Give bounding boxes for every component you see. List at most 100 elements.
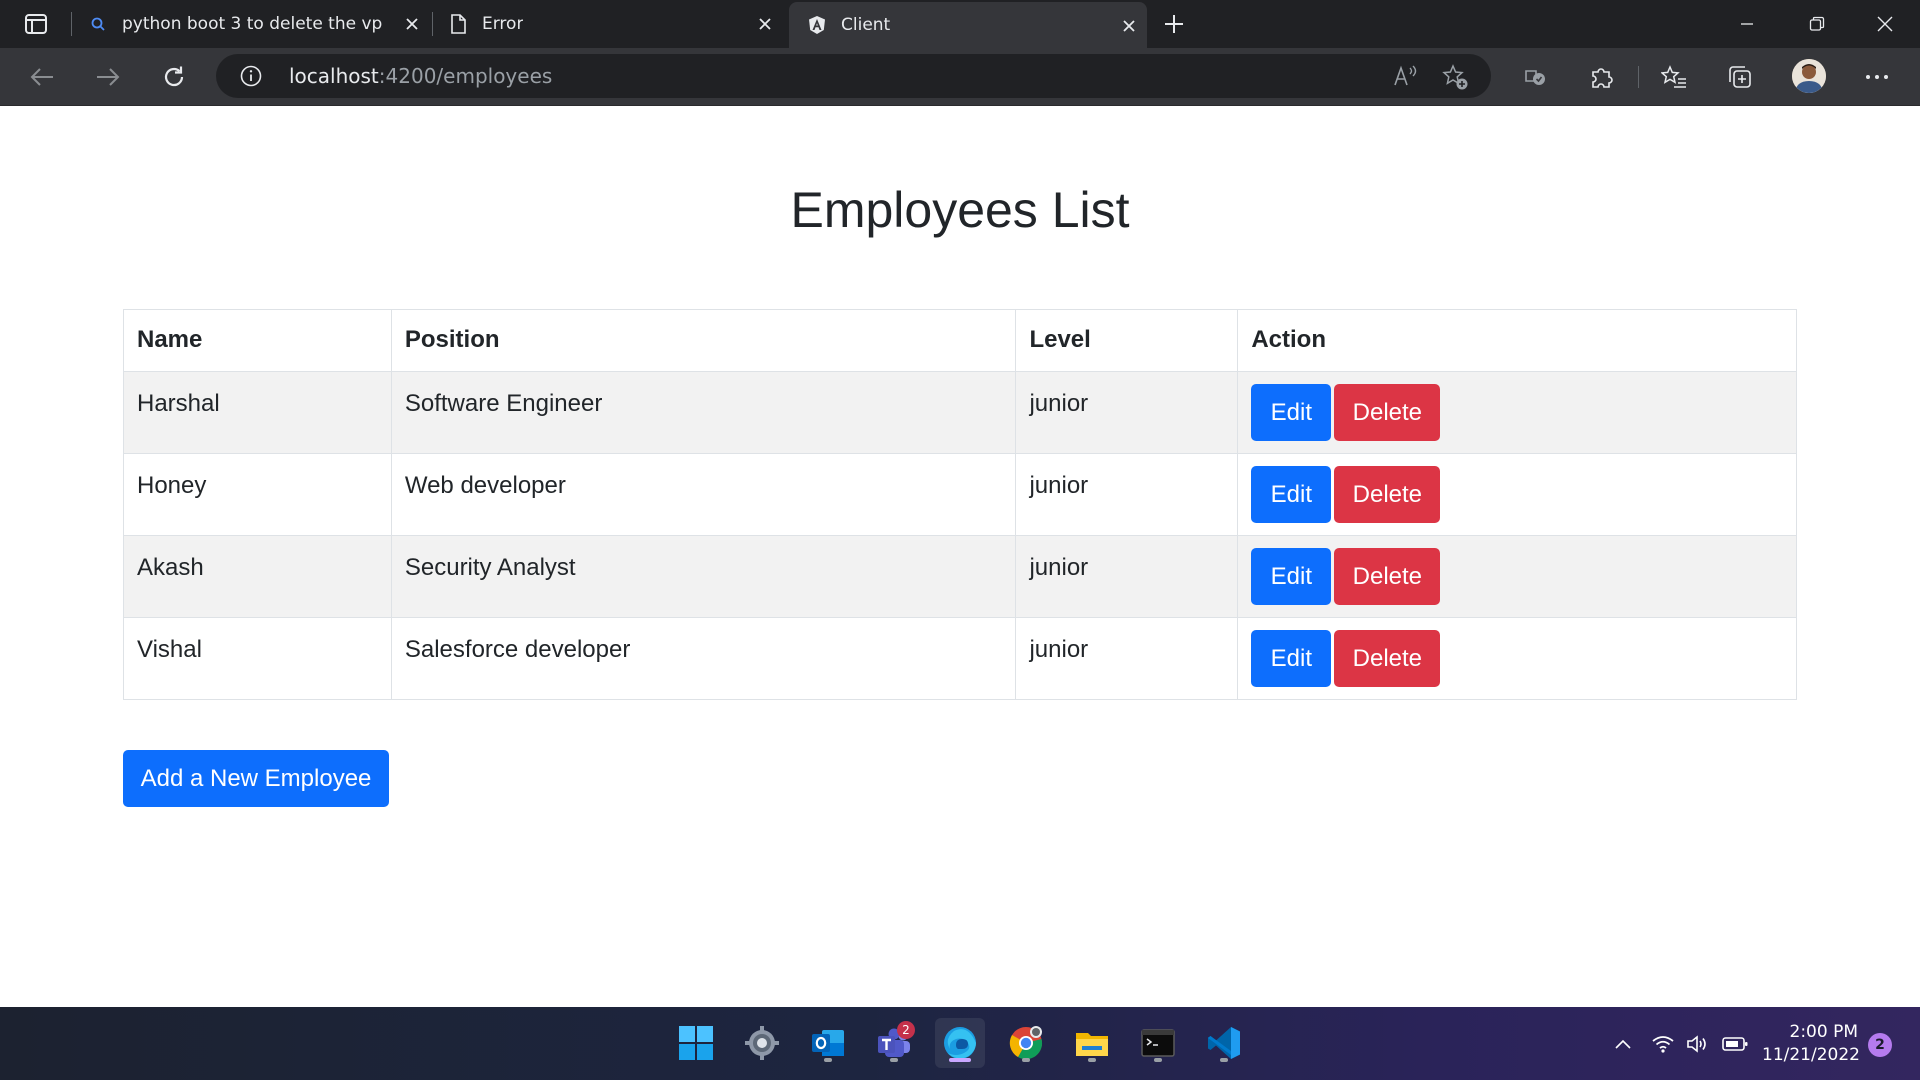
taskbar-terminal[interactable]: [1133, 1018, 1183, 1068]
arrow-right-icon: [97, 68, 120, 86]
new-tab-button[interactable]: [1160, 10, 1188, 38]
running-indicator: [824, 1058, 832, 1062]
settings-icon: [745, 1026, 779, 1060]
tab-actions-icon[interactable]: [20, 12, 52, 36]
taskbar-teams[interactable]: 2: [869, 1018, 919, 1068]
column-header-level: Level: [1015, 309, 1239, 372]
system-clock[interactable]: 2:00 PM 11/21/2022: [1762, 1021, 1860, 1067]
arrow-left-icon: [30, 68, 53, 86]
back-button[interactable]: [26, 61, 58, 93]
angular-icon: [807, 15, 827, 35]
column-header-name: Name: [123, 309, 392, 372]
action-cell: Edit Delete: [1237, 535, 1797, 618]
toolbar-divider: [1638, 66, 1639, 88]
search-icon: [88, 14, 108, 34]
close-icon[interactable]: [402, 14, 422, 34]
table-row: Honey Web developer junior Edit Delete: [123, 453, 1797, 536]
notification-center-badge[interactable]: 2: [1868, 1033, 1892, 1057]
taskbar-outlook[interactable]: [803, 1018, 853, 1068]
read-aloud-icon[interactable]: [1393, 64, 1419, 88]
file-explorer-icon: [1076, 1033, 1108, 1056]
edit-button[interactable]: Edit: [1251, 630, 1332, 687]
table-row: Akash Security Analyst junior Edit Delete: [123, 535, 1797, 618]
address-bar[interactable]: localhost:4200/employees: [216, 54, 1491, 98]
chevron-up-icon: [1615, 1039, 1631, 1049]
ellipsis-icon: [1866, 75, 1888, 79]
tab-title: Error: [482, 14, 524, 34]
reload-button[interactable]: [158, 61, 190, 93]
plus-icon: [1165, 15, 1183, 33]
reload-icon: [164, 66, 184, 87]
taskbar-vscode[interactable]: [1199, 1018, 1249, 1068]
wifi-icon: [1652, 1036, 1674, 1053]
close-icon: [1877, 16, 1893, 32]
profile-photo-icon: [1792, 59, 1826, 93]
tab-client[interactable]: Client: [789, 2, 1147, 48]
close-window-button[interactable]: [1850, 0, 1920, 48]
windows-taskbar: 2 2:00 PM 11/21/2022 2: [0, 1007, 1920, 1080]
action-cell: Edit Delete: [1237, 617, 1797, 700]
running-indicator: [949, 1058, 971, 1062]
restore-icon: [1809, 16, 1825, 31]
employee-level: junior: [1015, 617, 1239, 700]
browser-essentials-icon: [1525, 70, 1545, 85]
browser-essentials-button[interactable]: [1519, 61, 1551, 93]
tab-divider: [71, 12, 72, 36]
edit-button[interactable]: Edit: [1251, 384, 1332, 441]
employee-position: Web developer: [390, 453, 1017, 536]
edit-button[interactable]: Edit: [1251, 466, 1332, 523]
add-employee-button[interactable]: Add a New Employee: [123, 750, 389, 807]
collections-icon: [1729, 66, 1751, 88]
delete-button[interactable]: Delete: [1334, 548, 1441, 605]
taskbar-chrome[interactable]: [1001, 1018, 1051, 1068]
url-text[interactable]: localhost:4200/employees: [289, 64, 552, 88]
minimize-button[interactable]: [1712, 0, 1782, 48]
column-header-action: Action: [1237, 309, 1797, 372]
employee-name: Honey: [123, 453, 392, 536]
restore-button[interactable]: [1782, 0, 1852, 48]
running-indicator: [1022, 1058, 1030, 1062]
forward-button[interactable]: [92, 61, 124, 93]
clock-date: 11/21/2022: [1762, 1045, 1860, 1065]
edit-button[interactable]: Edit: [1251, 548, 1332, 605]
windows-start-icon: [679, 1026, 713, 1060]
taskbar-settings[interactable]: [737, 1018, 787, 1068]
document-icon: [448, 14, 468, 34]
table-row: Vishal Salesforce developer junior Edit D…: [123, 617, 1797, 700]
taskbar-file-explorer[interactable]: [1067, 1018, 1117, 1068]
teams-notification-badge: 2: [897, 1021, 915, 1039]
battery-status[interactable]: [1722, 1031, 1748, 1057]
close-icon[interactable]: [755, 14, 775, 34]
extensions-button[interactable]: [1585, 61, 1617, 93]
volume-status[interactable]: [1685, 1031, 1711, 1057]
chrome-icon: [1009, 1026, 1043, 1060]
delete-button[interactable]: Delete: [1334, 630, 1441, 687]
url-path: :4200/employees: [378, 64, 553, 88]
employee-level: junior: [1015, 371, 1239, 454]
favorites-button[interactable]: [1658, 61, 1690, 93]
edge-icon: [944, 1027, 976, 1059]
wifi-status[interactable]: [1650, 1031, 1676, 1057]
taskbar-edge[interactable]: [935, 1018, 985, 1068]
more-menu-button[interactable]: [1861, 61, 1893, 93]
delete-button[interactable]: Delete: [1334, 384, 1441, 441]
clock-time: 2:00 PM: [1789, 1022, 1859, 1042]
tab-title: python boot 3 to delete the vpc: [122, 14, 382, 34]
delete-button[interactable]: Delete: [1334, 466, 1441, 523]
collections-button[interactable]: [1724, 61, 1756, 93]
add-favorite-icon[interactable]: [1441, 63, 1469, 91]
running-indicator: [1154, 1058, 1162, 1062]
table-row: Harshal Software Engineer junior Edit Del…: [123, 371, 1797, 454]
tab-search[interactable]: python boot 3 to delete the vpc: [88, 0, 430, 48]
page-content: Employees List Name Position Level Actio…: [0, 107, 1920, 1007]
tab-divider: [432, 12, 433, 36]
avatar[interactable]: [1792, 59, 1826, 93]
info-icon[interactable]: [240, 65, 262, 87]
tab-error[interactable]: Error: [448, 0, 783, 48]
favorites-icon: [1661, 65, 1686, 88]
close-icon[interactable]: [1119, 16, 1139, 36]
show-hidden-icons-button[interactable]: [1610, 1031, 1636, 1057]
battery-icon: [1722, 1037, 1748, 1051]
tab-title: Client: [841, 15, 891, 35]
start-button[interactable]: [671, 1018, 721, 1068]
